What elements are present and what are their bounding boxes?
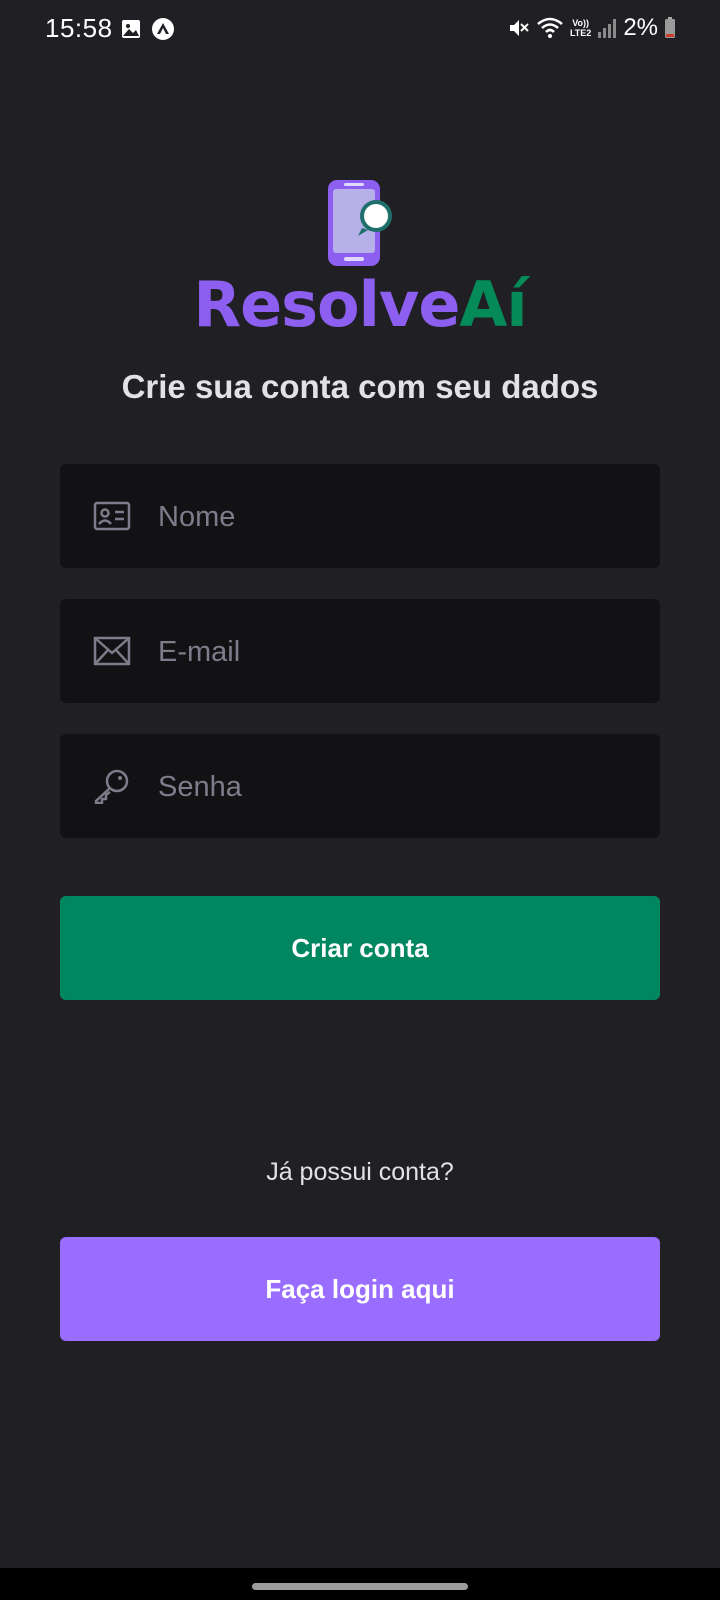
status-time: 15:58	[45, 13, 113, 43]
wifi-icon	[537, 17, 563, 38]
signal-icon	[598, 19, 617, 38]
volte-indicator: Vo)) LTE2	[570, 18, 591, 38]
home-indicator[interactable]	[252, 1583, 468, 1590]
envelope-icon	[93, 636, 131, 666]
brand-name: ResolveAí	[0, 268, 720, 341]
status-system-icons: Vo)) LTE2 2%	[508, 14, 676, 42]
lte-label: LTE2	[569, 28, 592, 38]
password-input[interactable]	[156, 734, 640, 840]
email-input[interactable]	[156, 599, 640, 705]
brand-name-part2: Aí	[459, 268, 527, 341]
battery-percent: 2%	[623, 14, 658, 41]
gallery-icon	[122, 20, 140, 38]
navigation-bar	[0, 1568, 720, 1600]
email-field[interactable]	[60, 599, 660, 705]
create-account-button[interactable]: Criar conta	[60, 896, 660, 1000]
volte-label: Vo))	[572, 18, 590, 28]
login-button[interactable]: Faça login aqui	[60, 1237, 660, 1341]
app-logo	[0, 178, 720, 268]
id-card-icon	[93, 501, 131, 531]
login-prompt: Já possui conta?	[266, 1158, 454, 1186]
password-field[interactable]	[60, 734, 660, 840]
status-notification-icons	[121, 17, 175, 41]
brand-name-part1: Resolve	[193, 268, 460, 341]
phone-chat-icon	[328, 180, 392, 266]
name-field[interactable]	[60, 464, 660, 570]
status-bar: 15:58 Vo)) LTE2 2%	[0, 0, 720, 60]
battery-icon	[665, 17, 675, 38]
key-icon	[94, 769, 129, 804]
app-notification-icon	[152, 18, 174, 40]
mute-icon	[509, 20, 529, 36]
page-title: Crie sua conta com seu dados	[121, 368, 599, 405]
name-input[interactable]	[156, 464, 640, 570]
